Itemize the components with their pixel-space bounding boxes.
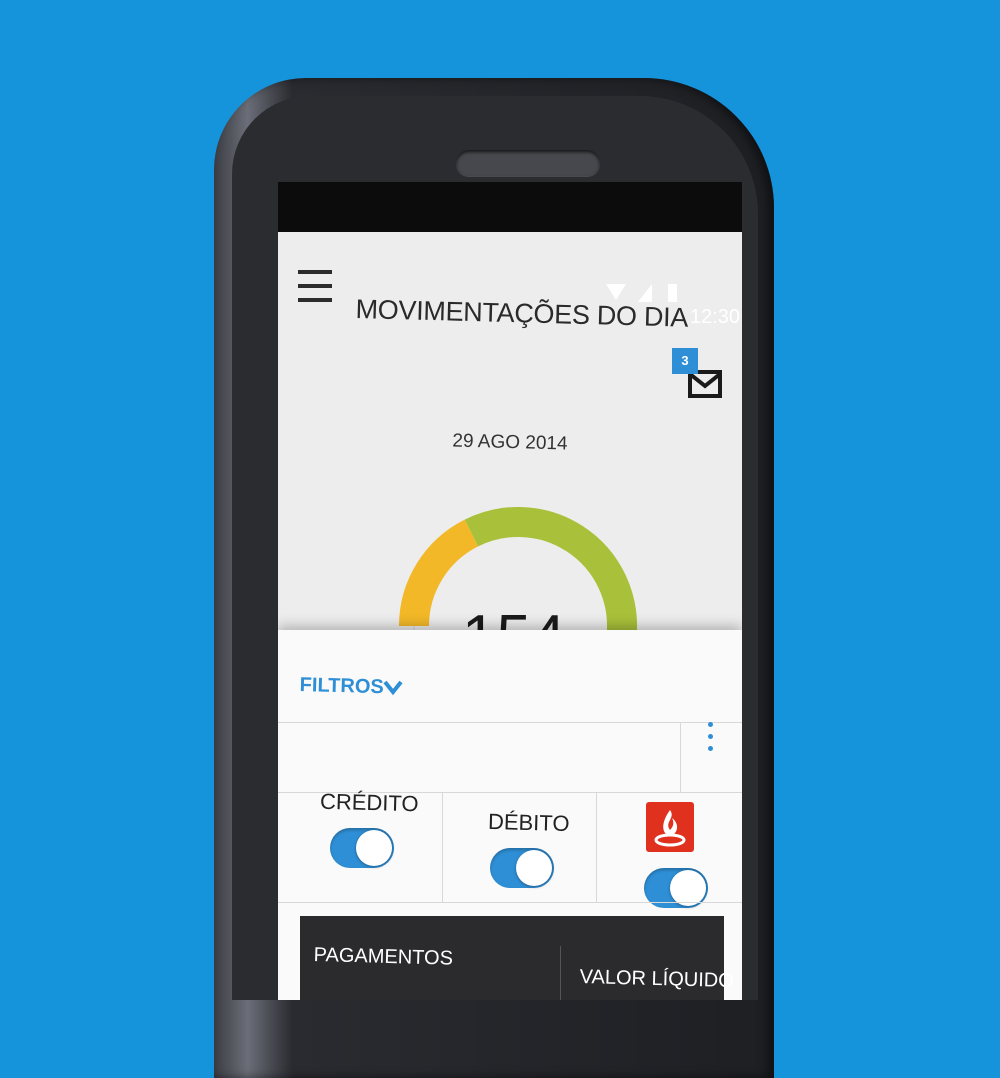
- chevron-down-icon[interactable]: [382, 678, 404, 696]
- column-header-net-value[interactable]: VALOR LÍQUIDO: [579, 966, 734, 993]
- status-bar: [278, 182, 742, 232]
- summary-date: 29 AGO 2014: [452, 430, 568, 455]
- filters-panel: FILTROS CRÉDITO DÉBITO PAGAMENTOS VALOR …: [278, 630, 742, 1000]
- debit-toggle[interactable]: [490, 848, 554, 888]
- earpiece-speaker: [456, 150, 600, 176]
- flame-icon: [654, 810, 686, 847]
- debit-label: DÉBITO: [487, 808, 570, 837]
- divider: [278, 722, 742, 723]
- bank-logo: [646, 802, 694, 852]
- status-icons: [606, 284, 677, 302]
- wifi-icon: [606, 284, 626, 300]
- table-header: PAGAMENTOS VALOR LÍQUIDO: [300, 916, 734, 1000]
- more-options-icon[interactable]: [708, 722, 714, 758]
- filters-toggle[interactable]: FILTROS: [299, 674, 384, 699]
- hamburger-menu-icon[interactable]: [298, 270, 332, 310]
- column-divider: [560, 946, 561, 1000]
- credit-label: CRÉDITO: [319, 788, 419, 817]
- notification-badge: 3: [672, 348, 698, 374]
- divider: [680, 722, 681, 792]
- credit-toggle[interactable]: [330, 828, 394, 868]
- divider: [442, 792, 443, 902]
- battery-icon: [668, 284, 677, 302]
- divider: [278, 902, 742, 903]
- signal-icon: [638, 284, 652, 302]
- status-time: 12:30: [690, 306, 741, 328]
- divider: [596, 792, 597, 902]
- column-header-payments[interactable]: PAGAMENTOS: [313, 944, 453, 971]
